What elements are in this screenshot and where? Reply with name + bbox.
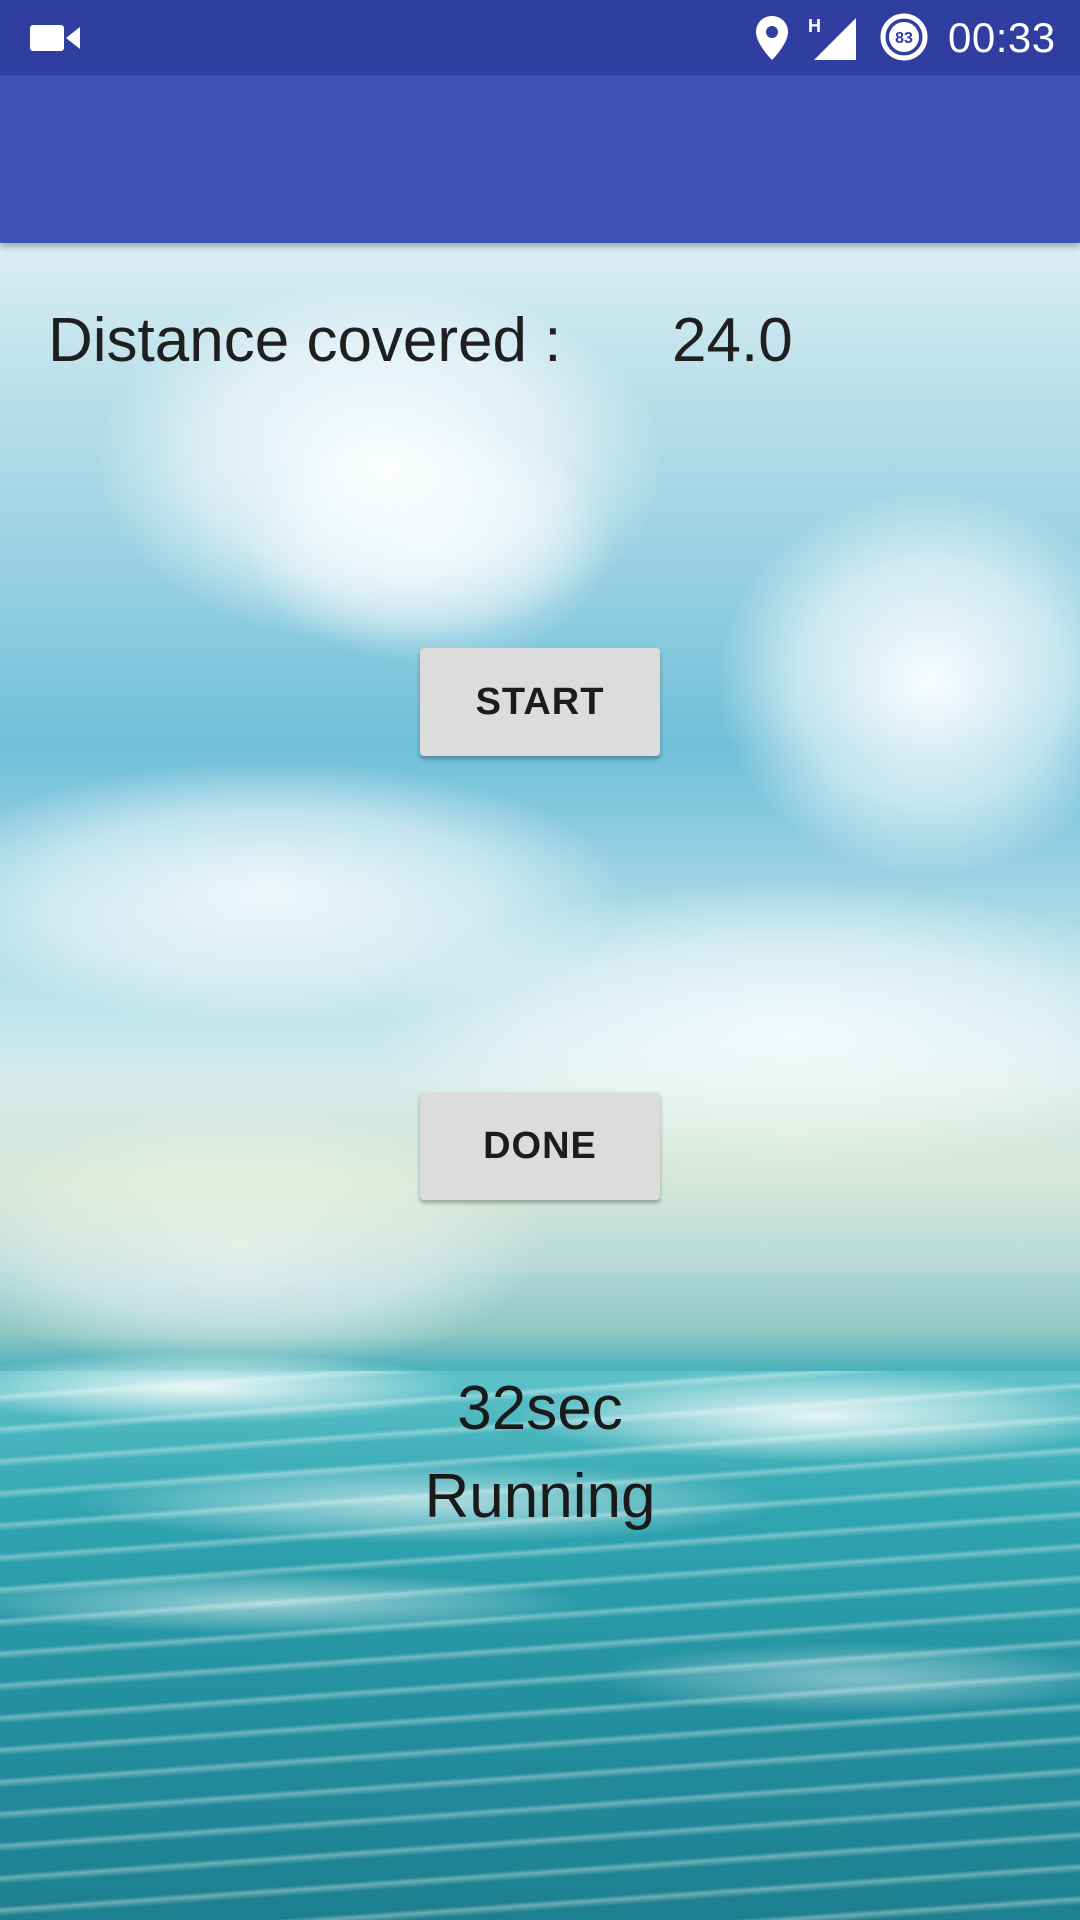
video-camera-icon <box>30 25 80 51</box>
start-button[interactable]: START <box>420 648 660 756</box>
status-bar: H 83 00:33 <box>0 0 1080 75</box>
main-content: Distance covered : 24.0 START DONE 32sec… <box>0 243 1080 1920</box>
done-button[interactable]: DONE <box>420 1092 660 1200</box>
activity-status-text: Running <box>424 1462 656 1531</box>
location-pin-icon <box>756 16 788 60</box>
battery-level-label: 83 <box>895 30 913 47</box>
app-bar <box>0 75 1080 243</box>
elapsed-time-text: 32sec <box>457 1374 623 1443</box>
cell-signal-icon: H <box>808 16 856 60</box>
network-type-label: H <box>808 16 821 36</box>
distance-value: 24.0 <box>672 306 793 375</box>
status-bar-clock: 00:33 <box>948 14 1056 61</box>
distance-label: Distance covered : <box>48 306 562 375</box>
battery-icon: 83 <box>880 13 928 61</box>
